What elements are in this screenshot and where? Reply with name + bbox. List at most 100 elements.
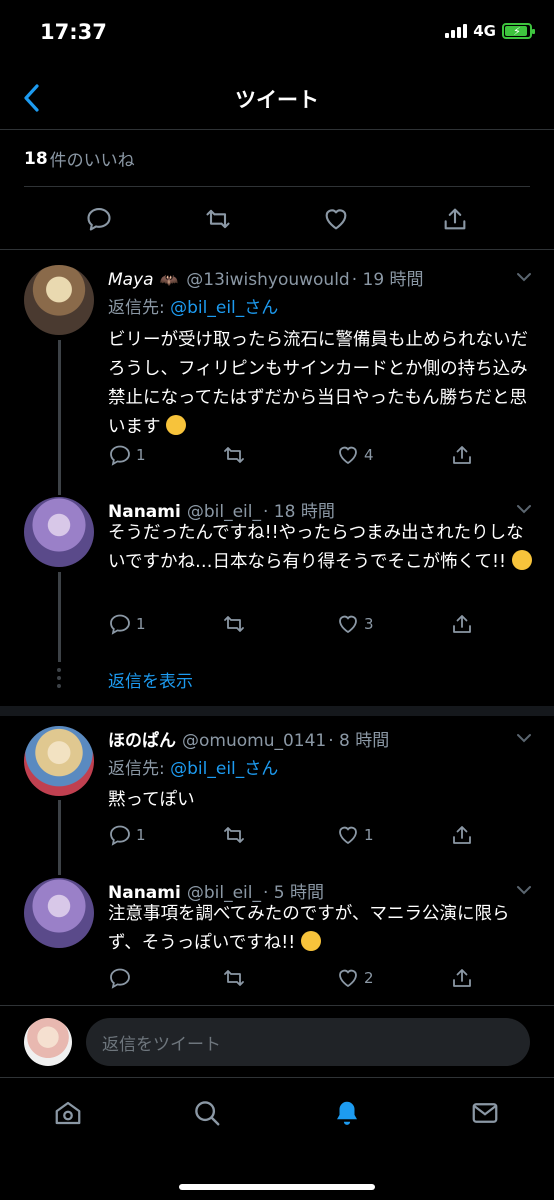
avatar[interactable] bbox=[24, 878, 94, 948]
reply-icon bbox=[110, 968, 130, 989]
reply-to: 返信先: @bil_eil_さん bbox=[108, 754, 278, 779]
display-name[interactable]: ほのぱん bbox=[108, 726, 176, 751]
tweet[interactable]: Nanami @bil_eil_ · 5 時間 注意事項を調べてみたのですが、マ… bbox=[0, 878, 554, 998]
handle[interactable]: @omuomu_0141 bbox=[182, 731, 326, 751]
tweet[interactable]: Nanami @bil_eil_ · 18 時間 そうだったんですね!!やったら… bbox=[0, 497, 554, 647]
reply-mention-link[interactable]: @bil_eil_さん bbox=[170, 759, 278, 779]
reply-icon bbox=[110, 614, 130, 635]
reply-compose-bar: 返信をツイート bbox=[0, 1005, 554, 1077]
tweet-text: 注意事項を調べてみたのですが、マニラ公演に限らず、そうっぽいですね!! bbox=[108, 904, 510, 953]
tears-of-joy-emoji-icon bbox=[300, 931, 321, 951]
tweet-actions: 1 4 bbox=[108, 442, 474, 468]
handle[interactable]: @13iwishyouwould bbox=[186, 270, 349, 290]
user-avatar[interactable] bbox=[24, 1018, 72, 1066]
like-button[interactable]: 2 bbox=[336, 965, 416, 991]
tweet-header: ほのぱん @omuomu_0141 · 8 時間 bbox=[108, 726, 534, 751]
thread-separator bbox=[0, 706, 554, 716]
search-icon bbox=[195, 1101, 220, 1126]
timestamp: · 8 時間 bbox=[328, 731, 390, 751]
chevron-down-icon[interactable] bbox=[514, 499, 534, 519]
retweet-button[interactable] bbox=[222, 611, 302, 637]
status-time: 17:37 bbox=[40, 20, 107, 44]
tweet-text: ビリーが受け取ったら流石に警備員も止められないだろうし、フィリピンもサインカード… bbox=[108, 330, 528, 437]
tweet-text: そうだったんですね!!やったらつまみ出されたりしないですかね…日本なら有り得そう… bbox=[108, 519, 532, 577]
tab-messages[interactable] bbox=[468, 1096, 502, 1130]
tweet[interactable]: Maya 🦇 @13iwishyouwould · 19 時間 返信先: @bi… bbox=[0, 265, 554, 470]
like-icon bbox=[339, 615, 357, 634]
reply-icon bbox=[110, 825, 130, 846]
tab-notifications[interactable] bbox=[330, 1096, 364, 1130]
battery-icon: ⚡ bbox=[502, 23, 535, 39]
reply-to-label: 返信先: bbox=[108, 298, 165, 318]
share-icon bbox=[453, 446, 471, 464]
tweet-actions: 1 1 bbox=[108, 822, 474, 848]
like-icon bbox=[339, 826, 357, 845]
like-button[interactable]: 3 bbox=[336, 611, 416, 637]
like-icon bbox=[339, 446, 357, 465]
share-icon bbox=[453, 615, 471, 633]
tweet-actions: 2 bbox=[108, 965, 474, 991]
avatar[interactable] bbox=[24, 726, 94, 796]
reply-to: 返信先: @bil_eil_さん bbox=[108, 293, 278, 318]
reply-button[interactable] bbox=[108, 965, 188, 991]
tweet-header: Maya 🦇 @13iwishyouwould · 19 時間 bbox=[108, 265, 534, 290]
reply-to-label: 返信先: bbox=[108, 759, 165, 779]
retweet-button[interactable] bbox=[222, 442, 302, 468]
share-button[interactable] bbox=[450, 442, 474, 468]
tired-face-emoji-icon bbox=[511, 550, 532, 570]
status-indicators: 4G ⚡ bbox=[445, 22, 535, 40]
share-button[interactable] bbox=[450, 965, 474, 991]
like-button[interactable]: 4 bbox=[336, 442, 416, 468]
avatar[interactable] bbox=[24, 265, 94, 335]
page-title: ツイート bbox=[235, 88, 319, 112]
like-button[interactable]: 1 bbox=[336, 822, 416, 848]
share-icon[interactable] bbox=[441, 205, 469, 233]
likes-label: 件のいいね bbox=[49, 151, 135, 171]
status-bar: 17:37 4G ⚡ bbox=[0, 0, 554, 70]
show-replies-link[interactable]: 返信を表示 bbox=[108, 667, 193, 692]
likes-count: 18 bbox=[24, 148, 48, 169]
avatar[interactable] bbox=[24, 497, 94, 567]
reply-icon[interactable] bbox=[85, 205, 113, 233]
share-button[interactable] bbox=[450, 822, 474, 848]
tweet[interactable]: ほのぱん @omuomu_0141 · 8 時間 返信先: @bil_eil_さ… bbox=[0, 726, 554, 856]
chevron-down-icon[interactable] bbox=[514, 728, 534, 748]
tweet-actions: 1 3 bbox=[108, 611, 474, 637]
share-icon bbox=[453, 826, 471, 844]
retweet-icon bbox=[224, 970, 244, 986]
nav-header: ツイート bbox=[0, 70, 554, 130]
mail-icon bbox=[472, 1103, 498, 1123]
bell-icon bbox=[337, 1101, 357, 1125]
like-icon bbox=[339, 969, 357, 988]
tweet-text: 黙ってぽい bbox=[108, 790, 195, 810]
retweet-button[interactable] bbox=[222, 965, 302, 991]
share-button[interactable] bbox=[450, 611, 474, 637]
chevron-down-icon[interactable] bbox=[514, 267, 534, 287]
reply-button[interactable]: 1 bbox=[108, 822, 188, 848]
grinning-sweat-emoji-icon bbox=[166, 415, 187, 435]
retweet-icon[interactable] bbox=[204, 205, 232, 233]
display-name[interactable]: Maya bbox=[108, 270, 154, 290]
reply-icon bbox=[110, 445, 130, 466]
network-label: 4G bbox=[473, 22, 496, 40]
likes-count-row[interactable]: 18 件のいいね bbox=[24, 131, 530, 187]
share-icon bbox=[453, 969, 471, 987]
chevron-down-icon[interactable] bbox=[514, 880, 534, 900]
retweet-icon bbox=[224, 616, 244, 632]
like-icon[interactable] bbox=[322, 205, 350, 233]
reply-mention-link[interactable]: @bil_eil_さん bbox=[170, 298, 278, 318]
reply-button[interactable]: 1 bbox=[108, 611, 188, 637]
bottom-tab-bar bbox=[0, 1077, 554, 1200]
reply-input[interactable]: 返信をツイート bbox=[86, 1018, 530, 1066]
bat-emoji-icon: 🦇 bbox=[159, 271, 179, 289]
timestamp: · 19 時間 bbox=[351, 270, 424, 290]
retweet-button[interactable] bbox=[222, 822, 302, 848]
retweet-icon bbox=[224, 447, 244, 463]
tweet-action-bar bbox=[0, 188, 554, 250]
home-icon bbox=[55, 1101, 81, 1125]
more-replies-dots bbox=[57, 668, 61, 688]
home-indicator bbox=[179, 1184, 375, 1190]
tab-search[interactable] bbox=[190, 1096, 224, 1130]
reply-button[interactable]: 1 bbox=[108, 442, 188, 468]
tab-home[interactable] bbox=[51, 1096, 85, 1130]
